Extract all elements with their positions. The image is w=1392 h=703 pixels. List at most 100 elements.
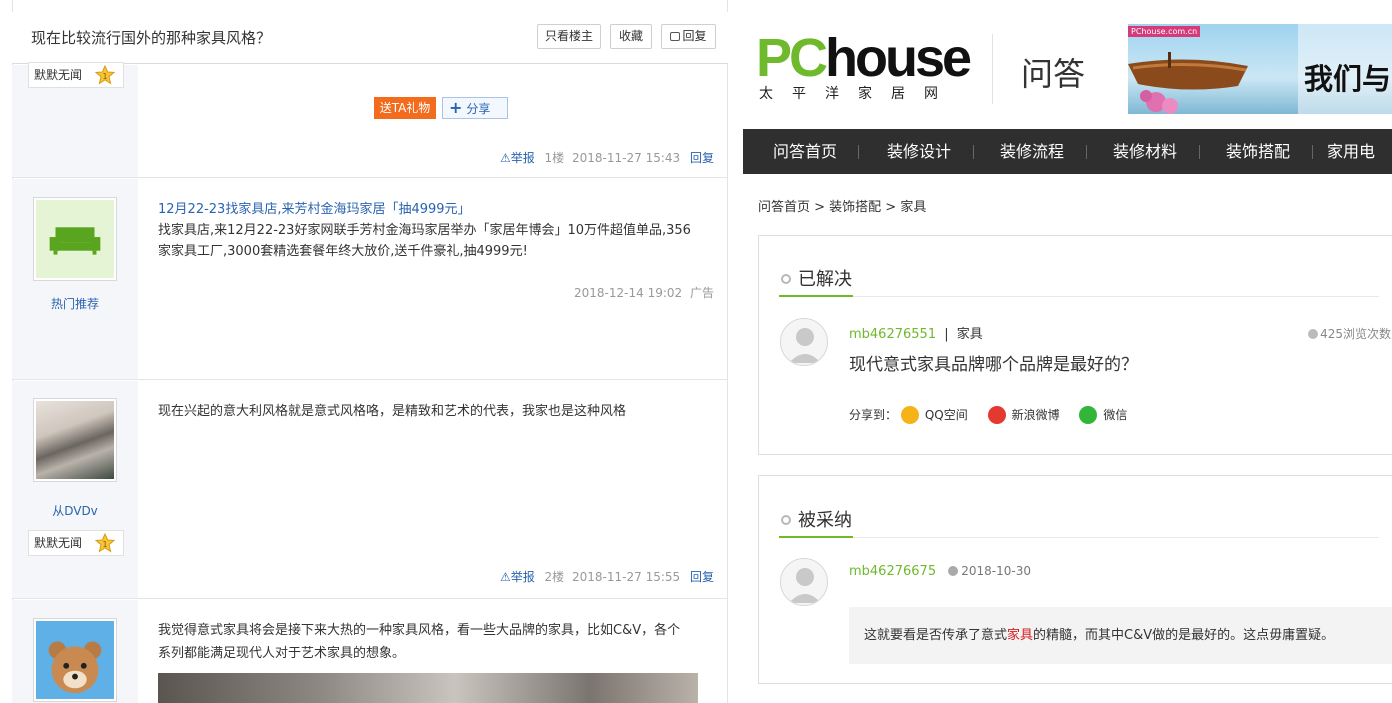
weibo-icon [987,406,1006,424]
answer-card: 被采纳 mb46276675 2018-10-30 这就要看是否传承了意式家具的… [758,475,1392,684]
warning-icon: ⚠ [499,151,511,165]
ad-tag: 广告 [689,286,714,300]
logo-divider [992,34,993,104]
qzone-icon [900,406,919,424]
heading-accent-bar [779,295,853,297]
user-avatar[interactable] [33,398,117,482]
ad-side-label[interactable]: 热门推荐 [12,295,138,312]
report-label: 举报 [510,151,535,165]
reply-link[interactable]: 回复 [690,151,714,165]
nav-separator [1199,145,1200,159]
share-wechat[interactable]: 微信 [1079,406,1128,424]
nav-item-design[interactable]: 装修设计 [871,129,967,174]
user-silhouette-icon [789,328,821,363]
report-link[interactable]: ⚠举报 [500,570,535,584]
post-floor-2: 从DVDv 默默无闻 1 现在兴起的意大利风格就是意式风格咯，是精致和艺术的代表… [12,381,728,599]
ad-post: 热门推荐 12月22-23找家具店,来芳村金海玛家居「抽4999元」 找家具店,… [12,179,728,380]
post-floor-1: 默默无闻 1 送TA礼物 + 分享 ⚠举报 1楼 2018-11-27 15:43… [12,62,728,178]
heading-accent-bar [779,536,853,538]
share-label: 分享 [466,102,491,116]
answer-keyword-link[interactable]: 家具 [1007,628,1033,643]
sofa-icon [36,200,114,278]
wechat-icon [1079,406,1098,424]
warning-icon: ⚠ [499,570,511,584]
nav-separator [858,145,859,159]
status-dot-icon [781,515,791,525]
post-body: 我觉得意式家具将会是接下来大热的一种家具风格，看一些大品牌的家具，比如C&V，各… [158,620,713,664]
banner-text: 我们与 [1304,62,1392,96]
share-label: 分享到： [849,408,898,422]
answerer-username[interactable]: mb46276675 [849,564,936,579]
adopted-heading: 被采纳 [781,506,852,532]
banner-tag: PChouse.com.cn [1128,26,1201,37]
svg-text:1: 1 [102,72,107,81]
pchouse-logo[interactable]: PChouse 太平洋家居网 [756,30,976,105]
floor-number: 2楼 [544,570,565,584]
avatar-image [36,401,114,479]
post-body-line1: 我觉得意式家具将会是接下来大热的一种家具风格，看一些大品牌的家具，比如C&V，各… [158,623,681,638]
logo-house: house [825,28,972,88]
asker-avatar[interactable] [780,318,828,366]
favorite-button[interactable]: 收藏 [610,24,652,49]
answerer-line: mb46276675 2018-10-30 [849,564,1031,579]
nav-item-decoration[interactable]: 装饰搭配 [1210,129,1306,174]
asker-username[interactable]: mb46276551 [849,327,936,342]
ad-title-link[interactable]: 12月22-23找家具店,来芳村金海玛家居「抽4999元」 [158,199,713,220]
share-weibo-label: 新浪微博 [1011,408,1060,422]
comment-icon [670,32,681,41]
view-count: 425浏览次数 [1308,325,1391,342]
share-qzone-label: QQ空间 [924,408,968,422]
bear-avatar-image [36,621,114,699]
forum-pane: 现在比较流行国外的那种家具风格？ 只看楼主 收藏 回复 默默无闻 1 送TA礼物… [0,0,742,703]
rank-label: 默默无闻 [34,536,83,550]
nav-item-home[interactable]: 问答首页 [757,129,853,174]
ad-banner[interactable]: PChouse.com.cn 我们与 [1128,24,1392,114]
username-link[interactable]: 从DVDv [12,502,138,519]
nav-item-process[interactable]: 装修流程 [984,129,1080,174]
nav-separator [1312,145,1313,159]
breadcrumb[interactable]: 问答首页 > 装饰搭配 > 家具 [758,196,926,215]
answer-text-pre: 这就要看是否传承了意式 [864,628,1008,643]
share-qzone[interactable]: QQ空间 [900,406,968,424]
share-bar: 分享到： QQ空间 新浪微博 微信 [849,406,1143,424]
pchouse-pane: PChouse 太平洋家居网 问答 PChouse.com.cn 我们与 问答首… [743,0,1392,703]
solved-heading-label: 已解决 [798,269,852,290]
rank-label: 默默无闻 [34,68,83,82]
post-floor-3: 我觉得意式家具将会是接下来大热的一种家具风格，看一些大品牌的家具，比如C&V，各… [12,600,728,703]
thread-title: 现在比较流行国外的那种家具风格？ [31,29,272,47]
answer-content: 这就要看是否传承了意式家具的精髓，而其中C&V做的是最好的。这点毋庸置疑。 [849,607,1392,664]
asker-line: mb46276551 | 家具 [849,323,983,342]
ad-time: 2018-12-14 19:02 [574,286,683,300]
report-link[interactable]: ⚠举报 [500,151,535,165]
heading-underline [779,296,1379,297]
question-category[interactable]: 家具 [957,327,983,342]
user-avatar[interactable] [33,618,117,702]
ad-meta: 2018-12-14 19:02 广告 [574,284,714,301]
separator: | [944,327,949,342]
share-weibo[interactable]: 新浪微博 [987,406,1060,424]
star-icon: 1 [95,65,115,85]
ad-body-line1: 找家具店,来12月22-23好家网联手芳村金海玛家居举办「家居年博会」10万件超… [158,223,691,238]
reply-button-label: 回复 [682,29,707,43]
logo-wordmark: PChouse [756,28,972,88]
user-rank: 默默无闻 1 [28,62,124,88]
gift-button[interactable]: 送TA礼物 [374,97,436,119]
nav-item-materials[interactable]: 装修材料 [1097,129,1193,174]
post-time: 2018-11-27 15:55 [572,570,681,584]
answer-text-post: 的精髓，而其中C&V做的是最好的。这点毋庸置疑。 [1033,628,1335,643]
share-wechat-label: 微信 [1103,408,1128,422]
post-body-line2: 系列都能满足现代人对于艺术家具的想象。 [158,646,406,661]
nav-item-appliances[interactable]: 家用电 [1327,129,1392,174]
adopted-heading-label: 被采纳 [798,510,852,531]
only-op-button[interactable]: 只看楼主 [537,24,601,49]
reply-link[interactable]: 回复 [690,570,714,584]
ad-avatar[interactable] [33,197,117,281]
ad-content: 12月22-23找家具店,来芳村金海玛家居「抽4999元」 找家具店,来12月2… [158,199,713,262]
answerer-avatar[interactable] [780,558,828,606]
section-title: 问答 [1021,55,1086,93]
floor-number: 1楼 [544,151,565,165]
plus-icon: + [449,98,463,117]
share-button[interactable]: + 分享 [442,97,508,119]
logo-subtitle: 太平洋家居网 [759,86,957,102]
reply-button[interactable]: 回复 [661,24,716,49]
